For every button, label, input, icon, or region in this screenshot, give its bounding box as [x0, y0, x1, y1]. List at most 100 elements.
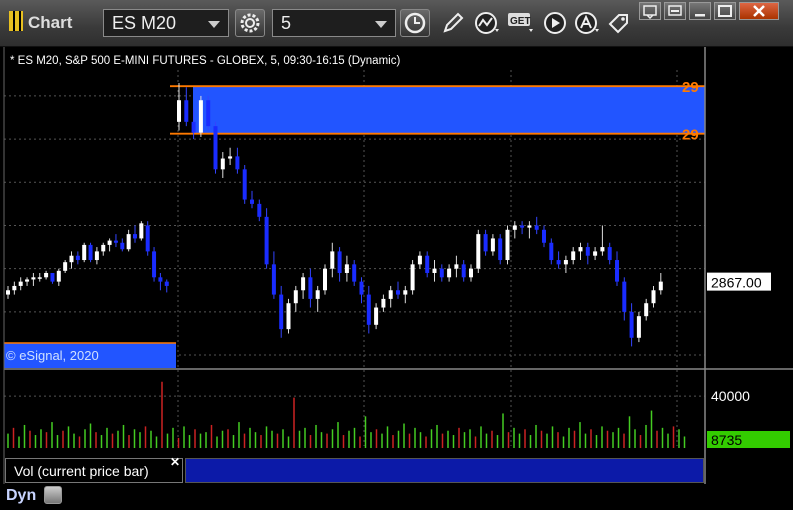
chart-header: * ES M20, S&P 500 E-MINI FUTURES - GLOBE… [10, 55, 401, 67]
candle-body [549, 242, 554, 261]
candle-body [417, 255, 422, 265]
candle-body [615, 260, 619, 282]
candle-body [542, 229, 546, 243]
get-icon: GET [508, 13, 533, 32]
candle-body [145, 225, 150, 252]
chart-style-button[interactable] [473, 10, 499, 36]
candle-body [352, 264, 357, 282]
maximize-button[interactable] [714, 2, 736, 20]
candle-body [410, 264, 415, 291]
interval-value: 5 [281, 13, 292, 33]
candle-body [191, 121, 196, 133]
candle-body [257, 203, 262, 217]
candle-body [556, 260, 561, 265]
candle-body [88, 244, 93, 261]
get-button[interactable]: GET [507, 10, 535, 36]
pencil-icon [443, 12, 464, 33]
restore-icon [643, 5, 657, 19]
last-volume-label: 8735 [711, 432, 742, 448]
candle-body [658, 281, 663, 291]
tag-button[interactable] [606, 10, 632, 36]
symbol-selector[interactable]: ES M20 [103, 9, 229, 37]
candle-body [330, 251, 335, 269]
candle-body [113, 240, 118, 243]
play-icon [544, 12, 566, 34]
candle-body [286, 303, 291, 330]
close-pane-icon[interactable]: ✕ [170, 455, 180, 469]
maximize-icon [718, 5, 732, 17]
minimize-window-button[interactable] [664, 2, 686, 20]
candle-body [198, 100, 203, 133]
candle-body [498, 238, 503, 261]
title-bar[interactable]: Chart ES M20 5 GET [0, 0, 793, 47]
candle-body [578, 247, 583, 252]
candle-body [152, 251, 157, 278]
zone-fill [193, 86, 705, 134]
last-price-label: 2867.00 [711, 275, 762, 291]
mode-label[interactable]: Dyn [6, 487, 36, 505]
gear-icon [240, 13, 260, 33]
candle-body [158, 277, 163, 282]
candle-body [607, 247, 612, 261]
volume-pane-label[interactable]: Vol (current price bar) [5, 458, 183, 483]
candle-body [126, 234, 131, 250]
candle-body [447, 268, 452, 278]
candle-body [271, 264, 276, 295]
window-title: Chart [28, 13, 73, 32]
candle-body [235, 156, 240, 170]
candle-body [381, 298, 386, 308]
candle-body [63, 262, 68, 271]
candle-body [50, 272, 55, 282]
candle-body [323, 268, 327, 291]
symbol-value: ES M20 [112, 13, 177, 33]
lock-icon[interactable] [44, 486, 62, 504]
candle-body [228, 156, 233, 159]
candle-body [476, 234, 481, 269]
candle-body [490, 238, 495, 252]
candle-body [31, 277, 36, 280]
candle-body [250, 199, 254, 204]
candle-body [432, 268, 437, 273]
close-button[interactable] [739, 2, 779, 20]
candle-body [120, 242, 125, 250]
candle-body [206, 100, 211, 127]
play-button[interactable] [542, 10, 568, 36]
settings-button[interactable] [235, 9, 265, 37]
volume-pane-strip [185, 458, 704, 483]
candle-body [94, 251, 99, 261]
candle-body [69, 255, 74, 263]
candle-body [133, 234, 137, 239]
candle-body [629, 311, 634, 338]
chart-window: Chart ES M20 5 GET 29 29 2867.00 40000 8… [0, 0, 793, 510]
candle-body [534, 225, 539, 230]
restore-window-button[interactable] [639, 2, 661, 20]
price-chart[interactable]: 292912.25292901.25 2910.002900.002890.00… [0, 47, 793, 484]
candle-body [585, 247, 590, 256]
candle-body [425, 255, 430, 273]
candle-body [25, 279, 30, 282]
candle-body [301, 277, 306, 291]
volume-pane-title: Vol (current price bar) [14, 463, 149, 479]
candle-body [242, 169, 247, 200]
candle-body [520, 225, 525, 228]
candle-body [308, 277, 313, 299]
candle-body [139, 223, 144, 239]
candle-body [44, 272, 49, 278]
candle-body [600, 247, 605, 252]
candle-body [396, 290, 400, 295]
candle-body [337, 251, 342, 273]
candle-body [622, 281, 627, 312]
candle-body [359, 281, 364, 295]
candle-body [388, 290, 393, 299]
candle-body [18, 281, 23, 286]
candle-body [344, 264, 349, 273]
candle-body [264, 216, 269, 265]
interval-selector[interactable]: 5 [272, 9, 396, 37]
draw-tool-button[interactable] [440, 10, 466, 36]
alert-icon [575, 12, 599, 34]
alert-button[interactable] [573, 10, 599, 36]
candle-body [374, 307, 379, 325]
time-template-button[interactable] [400, 9, 430, 37]
minimize-button[interactable] [689, 2, 711, 20]
candle-body [56, 270, 61, 282]
